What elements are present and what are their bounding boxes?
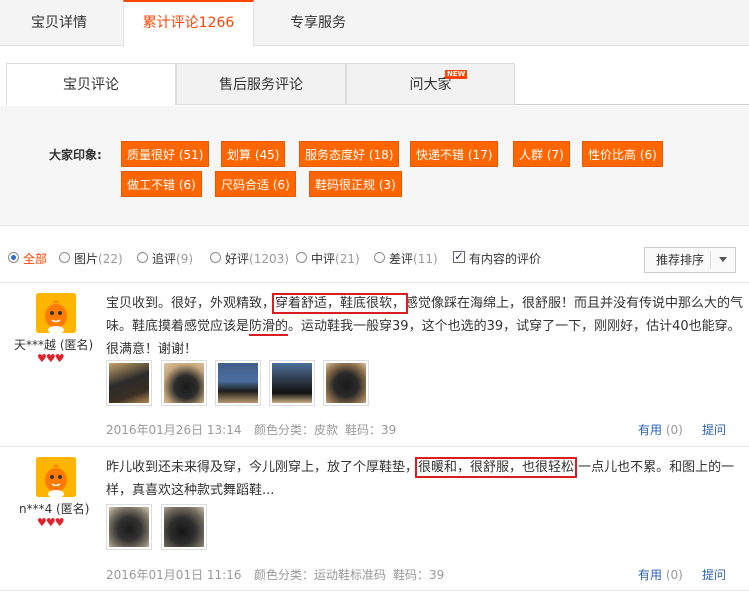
- impression-tag[interactable]: 快递不错 (17): [410, 141, 499, 167]
- filter-neutral-count: (21): [335, 252, 360, 266]
- review-text-part: 昨儿收到还未来得及穿，今儿刚穿上，放了个厚鞋垫，: [106, 460, 419, 475]
- useful-count: (0): [665, 568, 683, 582]
- sort-divider: [710, 251, 711, 269]
- impression-tag[interactable]: 尺码合适 (6): [215, 171, 296, 197]
- top-tab-bar: 宝贝详情 累计评论1266 专享服务: [0, 0, 749, 47]
- filter-images-radio[interactable]: [59, 252, 70, 263]
- review-text-part: 宝贝收到。很好，外观精致，: [106, 296, 276, 311]
- ask-link[interactable]: 提问: [702, 421, 726, 438]
- highlighted-phrase: 很暖和，很舒服，也很轻松: [415, 457, 578, 478]
- buyer-level-hearts-icon: ♥♥♥: [37, 352, 65, 365]
- filter-negative-text: 差评: [389, 252, 414, 266]
- filter-positive-text: 好评: [225, 252, 250, 266]
- buyer-level-hearts-icon: ♥♥♥: [37, 516, 65, 529]
- chevron-down-icon: [719, 257, 727, 262]
- filter-neutral-label[interactable]: 中评(21): [311, 250, 360, 267]
- sort-dropdown[interactable]: 推荐排序: [644, 247, 736, 273]
- tab-product-reviews[interactable]: 宝贝评论: [6, 63, 176, 106]
- filter-images-label[interactable]: 图片(22): [74, 250, 123, 267]
- review-photo-thumbnail[interactable]: [161, 360, 207, 406]
- tab-exclusive-service[interactable]: 专享服务: [254, 0, 382, 46]
- impression-tag[interactable]: 性价比高 (6): [582, 141, 663, 167]
- content-only-label[interactable]: 有内容的评价: [469, 250, 541, 267]
- impression-tag[interactable]: 质量很好 (51): [121, 141, 210, 167]
- review-photo-thumbnail[interactable]: [215, 360, 261, 406]
- filter-positive-label[interactable]: 好评(1203): [225, 250, 289, 267]
- review-photo-thumbnail[interactable]: [106, 504, 152, 550]
- review-color-attr: 颜色分类：皮款: [254, 423, 339, 437]
- reviewer-name: n***4 (匿名): [19, 502, 90, 516]
- avatar[interactable]: [36, 293, 76, 333]
- filter-negative-label[interactable]: 差评(11): [389, 250, 438, 267]
- review-text: 宝贝收到。很好，外观精致，穿着舒适，鞋底很软，感觉像踩在海绵上，很舒服！而且并没…: [106, 292, 744, 361]
- content-only-checkbox[interactable]: ✓: [453, 251, 465, 263]
- divider: [0, 590, 749, 591]
- filter-neutral-radio[interactable]: [296, 252, 307, 263]
- avatar[interactable]: [36, 457, 76, 497]
- filter-neutral-text: 中评: [311, 252, 336, 266]
- impression-tag[interactable]: 鞋码很正规 (3): [309, 171, 402, 197]
- ask-link[interactable]: 提问: [702, 566, 726, 583]
- useful-label: 有用: [638, 568, 663, 582]
- filter-all-radio[interactable]: [8, 252, 19, 263]
- filter-images-text: 图片: [74, 252, 99, 266]
- review-text: 昨儿收到还未来得及穿，今儿刚穿上，放了个厚鞋垫，很暖和，很舒服，也很轻松 一点儿…: [106, 456, 744, 502]
- filter-negative-count: (11): [413, 252, 438, 266]
- highlighted-phrase: 穿着舒适，鞋底很软，: [272, 293, 409, 314]
- filter-images-count: (22): [98, 252, 123, 266]
- sort-label: 推荐排序: [656, 253, 705, 267]
- review-filter-bar: 全部 图片(22) 追评(9) 好评(1203) 中评(21) 差评(11) ✓…: [0, 245, 749, 275]
- impression-tag[interactable]: 划算 (45): [221, 141, 286, 167]
- review-size-attr: 鞋码：39: [393, 568, 445, 582]
- default-avatar-icon: [36, 457, 76, 497]
- filter-positive-count: (1203): [249, 252, 289, 266]
- useful-button[interactable]: 有用 (0): [638, 566, 683, 583]
- underlined-phrase: 防滑的: [249, 319, 289, 336]
- impression-tag[interactable]: 人群 (7): [513, 141, 570, 167]
- review-photo-thumbnail[interactable]: [106, 360, 152, 406]
- divider: [0, 282, 749, 283]
- review-color-attr: 颜色分类：运动鞋标准码: [254, 568, 387, 582]
- filter-negative-radio[interactable]: [374, 252, 385, 263]
- new-badge: NEW: [445, 70, 468, 79]
- impressions-label: 大家印象:: [49, 148, 102, 162]
- tab-ask-everyone-label: 问大家: [409, 77, 452, 93]
- divider: [0, 446, 749, 447]
- impression-tag[interactable]: 服务态度好 (18): [299, 141, 400, 167]
- default-avatar-icon: [36, 293, 76, 333]
- filter-all-label[interactable]: 全部: [23, 250, 47, 267]
- review-photo-thumbnail[interactable]: [161, 504, 207, 550]
- filter-positive-radio[interactable]: [210, 252, 221, 263]
- review-size-attr: 鞋码：39: [345, 423, 397, 437]
- filter-followup-text: 追评: [152, 252, 177, 266]
- tab-ask-everyone[interactable]: 问大家 NEW: [346, 63, 515, 105]
- filter-followup-count: (9): [176, 252, 194, 266]
- sub-tab-bar: 宝贝评论 售后服务评论 问大家 NEW: [6, 63, 749, 106]
- impressions-panel: 大家印象: 质量很好 (51) 划算 (45) 服务态度好 (18) 快递不错 …: [0, 106, 749, 226]
- impression-tag[interactable]: 做工不错 (6): [121, 171, 202, 197]
- tab-item-details[interactable]: 宝贝详情: [0, 0, 118, 46]
- reviewer-name: 天***越 (匿名): [14, 338, 94, 352]
- filter-followup-radio[interactable]: [137, 252, 148, 263]
- tab-after-sales-reviews[interactable]: 售后服务评论: [176, 63, 346, 105]
- filter-followup-label[interactable]: 追评(9): [152, 250, 193, 267]
- review-photo-thumbnail[interactable]: [323, 360, 369, 406]
- review-date: 2016年01月01日 11:16: [106, 568, 242, 582]
- useful-label: 有用: [638, 423, 663, 437]
- review-photo-thumbnail[interactable]: [269, 360, 315, 406]
- review-date: 2016年01月26日 13:14: [106, 423, 242, 437]
- useful-button[interactable]: 有用 (0): [638, 421, 683, 438]
- tab-reviews[interactable]: 累计评论1266: [123, 0, 254, 47]
- useful-count: (0): [665, 423, 683, 437]
